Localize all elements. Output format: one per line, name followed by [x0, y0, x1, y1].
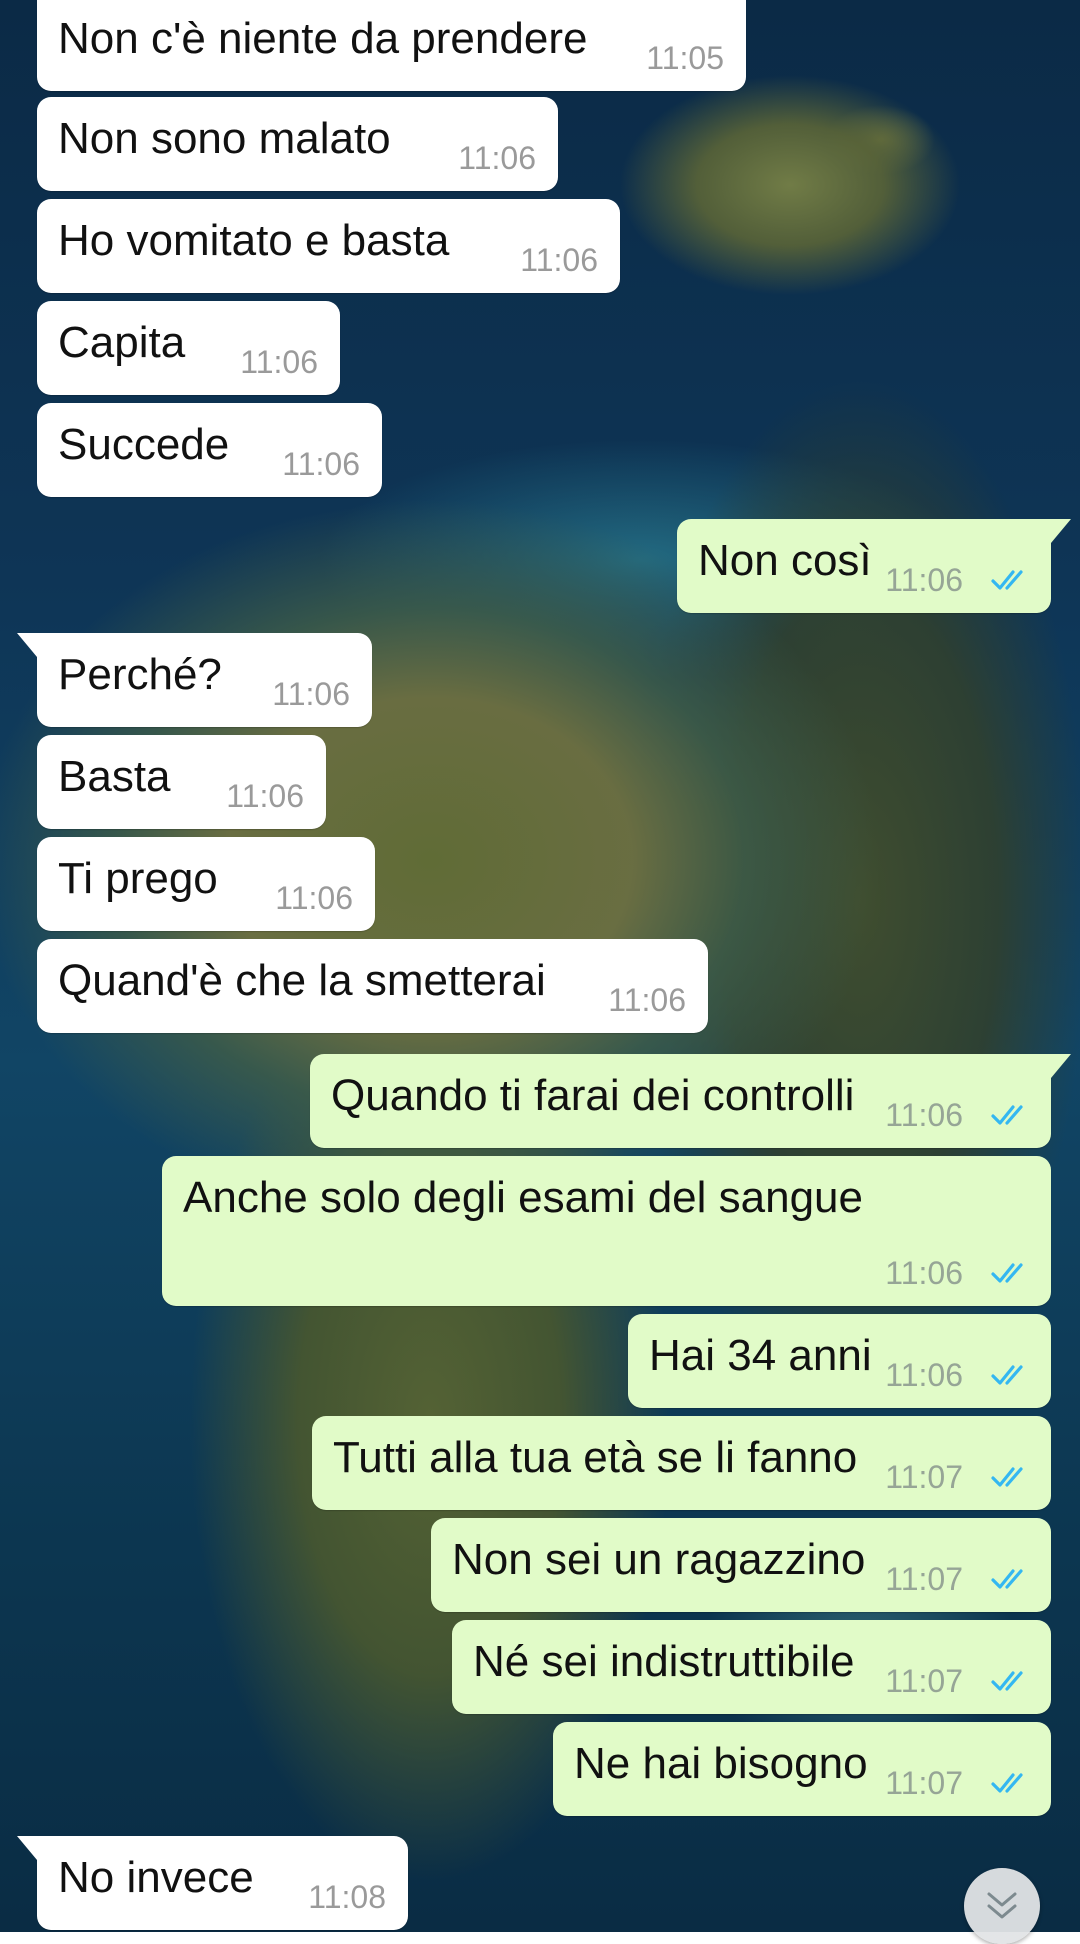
incoming-message[interactable]: Succede 11:06 [37, 403, 382, 497]
double-check-icon [991, 1467, 1023, 1487]
message-text: Non c'è niente da prendere [58, 14, 588, 63]
bubble-tail [17, 1836, 37, 1860]
double-check-icon [991, 1105, 1023, 1125]
message-text: Tutti alla tua età se li fanno [333, 1433, 858, 1482]
outgoing-message[interactable]: Non così 11:06 [677, 519, 1071, 613]
message-list[interactable]: Non c'è niente da prendere 11:05 Non son… [0, 0, 1080, 1932]
message-time: 11:05 [646, 40, 724, 76]
message-text: Perché? [58, 650, 222, 699]
message-text: Succede [58, 420, 230, 469]
double-check-icon [991, 1569, 1023, 1589]
double-check-icon [991, 1671, 1023, 1691]
message-text: Né sei indistruttibile [473, 1637, 855, 1686]
message-time: 11:07 [885, 1561, 963, 1597]
message-text: Non sei un ragazzino [452, 1535, 866, 1584]
message-time: 11:08 [308, 1879, 386, 1915]
incoming-message[interactable]: Perché? 11:06 [17, 633, 372, 727]
incoming-message[interactable]: No invece 11:08 [17, 1836, 408, 1930]
message-text: Quand'è che la smetterai [58, 956, 546, 1005]
incoming-message[interactable]: Quand'è che la smetterai 11:06 [37, 939, 708, 1033]
message-time: 11:06 [240, 344, 318, 380]
message-text: Hai 34 anni [649, 1331, 872, 1380]
scroll-to-bottom-button[interactable] [964, 1868, 1040, 1944]
message-time: 11:06 [275, 880, 353, 916]
message-time: 11:06 [458, 140, 536, 176]
incoming-message[interactable]: Non sono malato 11:06 [37, 97, 558, 191]
message-text: Basta [58, 752, 171, 801]
message-time: 11:06 [520, 242, 598, 278]
message-time: 11:06 [282, 446, 360, 482]
double-check-icon [991, 1365, 1023, 1385]
message-text: Ne hai bisogno [574, 1739, 868, 1788]
double-check-icon [991, 570, 1023, 590]
incoming-message[interactable]: Ti prego 11:06 [37, 837, 375, 931]
message-text: Ti prego [58, 854, 218, 903]
message-text: Ho vomitato e basta [58, 216, 450, 265]
incoming-message[interactable]: Basta 11:06 [37, 735, 326, 829]
message-text: No invece [58, 1853, 254, 1902]
double-check-icon [991, 1773, 1023, 1793]
outgoing-message[interactable]: Né sei indistruttibile 11:07 [452, 1620, 1051, 1714]
bubble-tail [17, 633, 37, 657]
bubble-tail [1051, 519, 1071, 543]
double-check-icon [991, 1263, 1023, 1283]
message-time: 11:06 [608, 982, 686, 1018]
message-time: 11:07 [885, 1765, 963, 1801]
outgoing-message[interactable]: Anche solo degli esami del sangue 11:06 [162, 1156, 1051, 1306]
message-time: 11:06 [885, 1097, 963, 1133]
chevron-double-down-icon [987, 1892, 1017, 1919]
message-time: 11:06 [885, 562, 963, 598]
message-time: 11:06 [272, 676, 350, 712]
message-text: Non sono malato [58, 114, 391, 163]
message-time: 11:07 [885, 1459, 963, 1495]
message-time: 11:06 [226, 778, 304, 814]
outgoing-message[interactable]: Tutti alla tua età se li fanno 11:07 [312, 1416, 1051, 1510]
incoming-message[interactable]: Non c'è niente da prendere 11:05 [37, 0, 746, 91]
outgoing-message[interactable]: Quando ti farai dei controlli 11:06 [310, 1054, 1071, 1148]
message-text: Anche solo degli esami del sangue [183, 1173, 864, 1222]
message-text: Quando ti farai dei controlli [331, 1071, 855, 1120]
message-text: Non così [698, 536, 872, 585]
outgoing-message[interactable]: Ne hai bisogno 11:07 [553, 1722, 1051, 1816]
outgoing-message[interactable]: Hai 34 anni 11:06 [628, 1314, 1051, 1408]
message-time: 11:06 [885, 1357, 963, 1393]
message-time: 11:06 [885, 1255, 963, 1291]
bubble-tail [1051, 1054, 1071, 1078]
incoming-message[interactable]: Ho vomitato e basta 11:06 [37, 199, 620, 293]
message-text: Capita [58, 318, 186, 367]
message-time: 11:07 [885, 1663, 963, 1699]
incoming-message[interactable]: Capita 11:06 [37, 301, 340, 395]
outgoing-message[interactable]: Non sei un ragazzino 11:07 [431, 1518, 1051, 1612]
